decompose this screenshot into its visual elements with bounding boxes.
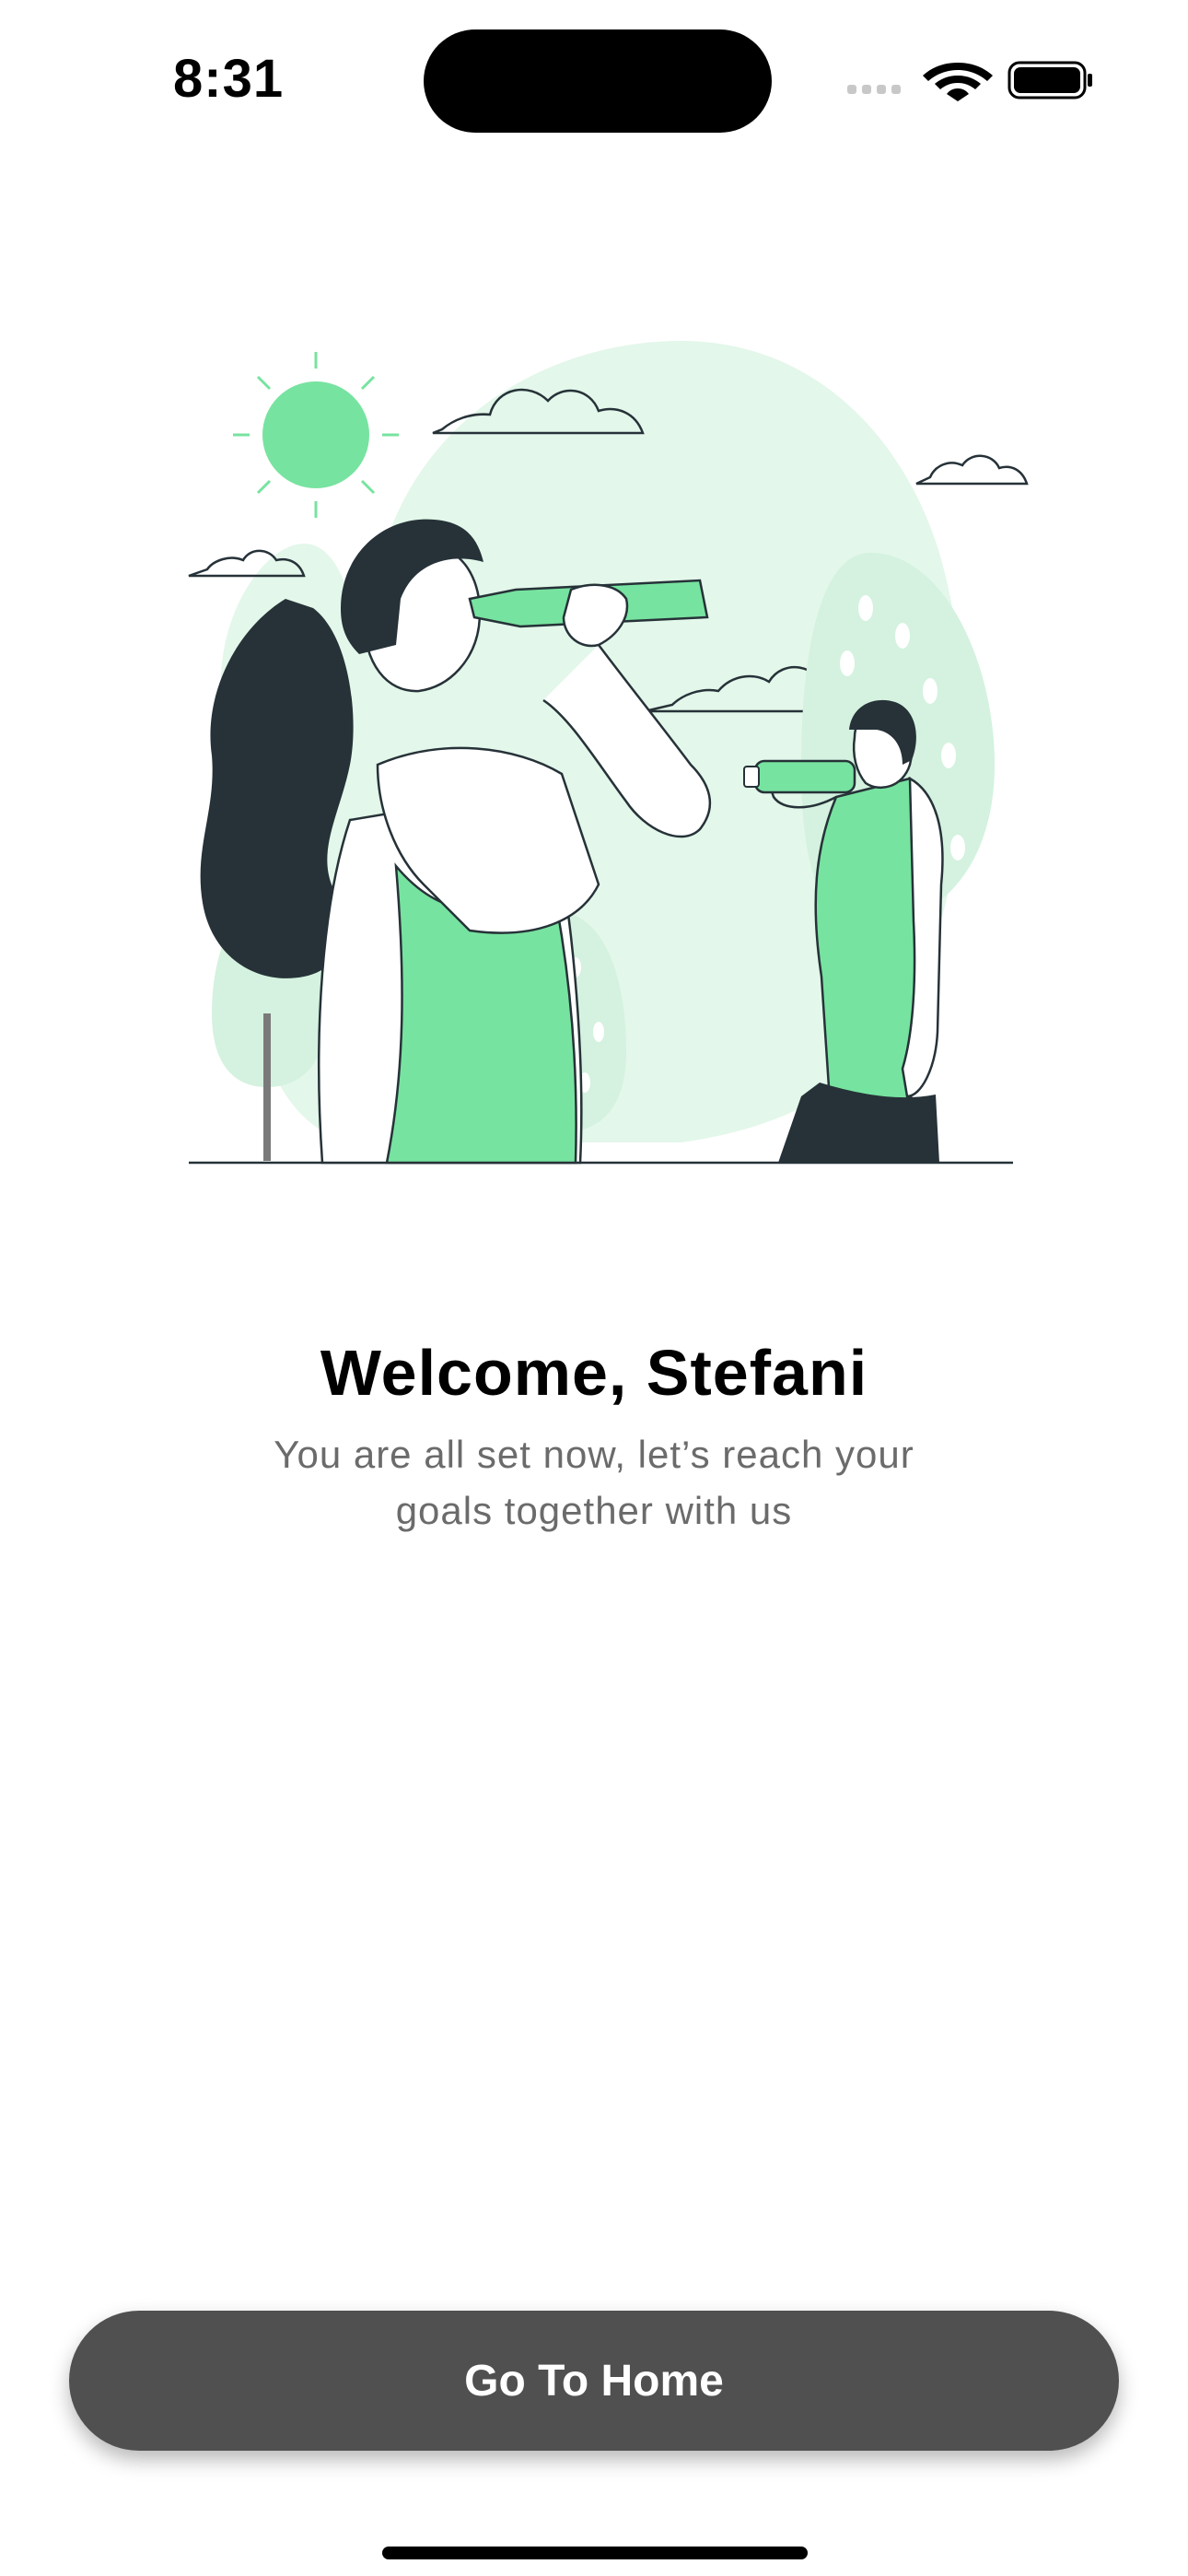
battery-icon [1007,61,1092,100]
status-time: 8:31 [173,49,285,109]
people-drinking-water-illustration [188,341,1029,1165]
wifi-icon [923,63,993,101]
sun-icon [233,352,399,518]
cellular-signal-icon [847,85,901,94]
welcome-title: Welcome, Stefani [320,1337,868,1409]
status-bar: 8:31 [0,0,1188,157]
home-indicator[interactable] [382,2547,808,2559]
welcome-subtitle: You are all set now, let’s reach your go… [274,1433,914,1532]
dynamic-island [424,29,772,133]
status-icons [847,61,1092,101]
go-to-home-button[interactable]: Go To Home [69,2311,1119,2451]
